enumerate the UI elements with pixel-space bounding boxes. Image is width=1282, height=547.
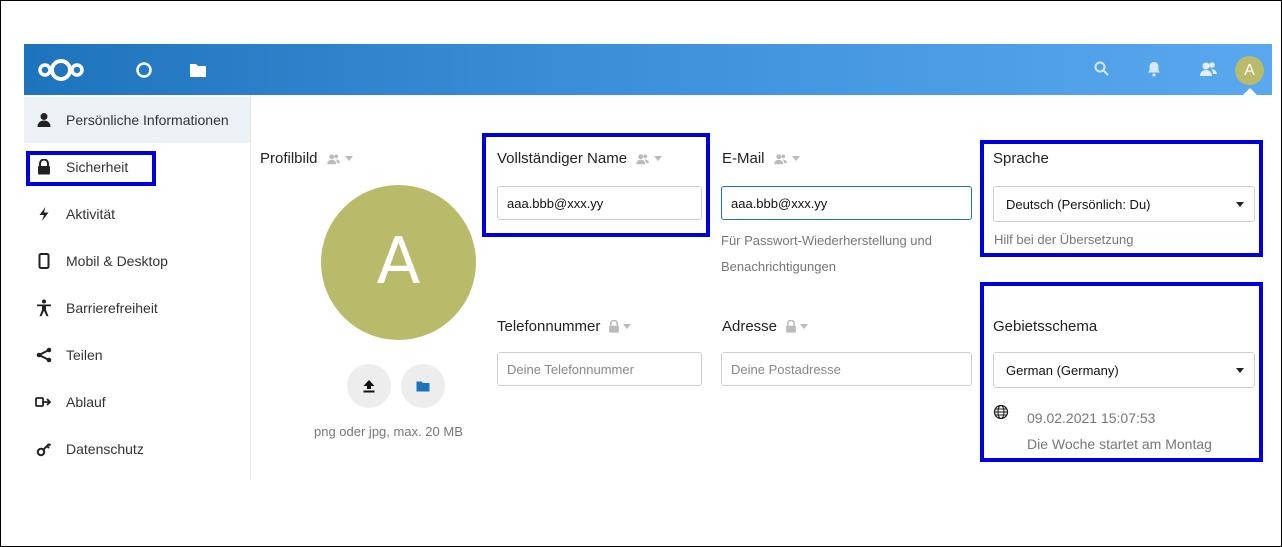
accessibility-icon xyxy=(24,299,64,317)
lock-icon xyxy=(786,320,796,333)
locale-datetime: 09.02.2021 15:07:53 xyxy=(1027,410,1156,426)
visibility-dropdown[interactable] xyxy=(785,320,809,333)
sidebar-item-label: Persönliche Informationen xyxy=(66,112,229,128)
folder-icon xyxy=(416,381,430,392)
address-label: Adresse xyxy=(722,318,809,335)
sidebar-item-label: Ablauf xyxy=(66,394,106,410)
locale-selected-value: German (Germany) xyxy=(1006,362,1119,378)
contacts-icon[interactable] xyxy=(1199,60,1219,78)
sidebar-item-personal-info[interactable]: Persönliche Informationen xyxy=(24,97,250,143)
lock-icon xyxy=(609,320,620,333)
language-label: Sprache xyxy=(993,150,1049,167)
sidebar-item-label: Mobil & Desktop xyxy=(66,253,168,269)
sidebar-item-privacy[interactable]: Datenschutz xyxy=(24,426,250,472)
chevron-down-icon xyxy=(623,324,632,329)
sidebar-item-activity[interactable]: Aktivität xyxy=(24,191,250,237)
profile-picture-title: Profilbild xyxy=(260,150,318,167)
visibility-dropdown[interactable] xyxy=(635,153,663,165)
language-selected-value: Deutsch (Persönlich: Du) xyxy=(1006,196,1151,212)
contacts-icon xyxy=(773,153,787,164)
sidebar-item-workflow[interactable]: Ablauf xyxy=(24,379,250,425)
sidebar-item-label: Aktivität xyxy=(66,206,116,222)
choose-from-files-button[interactable] xyxy=(401,364,445,408)
phone-icon xyxy=(24,253,64,269)
fullname-label: Vollständiger Name xyxy=(497,150,663,167)
highlight-box xyxy=(26,151,156,186)
chevron-down-icon xyxy=(1236,368,1244,373)
chevron-down-icon xyxy=(654,156,663,161)
locale-label: Gebietsschema xyxy=(993,318,1098,335)
bell-icon[interactable] xyxy=(1146,60,1162,78)
person-icon xyxy=(24,112,64,128)
fullname-input[interactable] xyxy=(497,186,702,220)
nextcloud-logo-icon[interactable] xyxy=(38,57,84,83)
chevron-down-icon xyxy=(800,324,809,329)
phone-label: Telefonnummer xyxy=(497,318,632,335)
visibility-dropdown[interactable] xyxy=(326,153,353,165)
email-label: E-Mail xyxy=(722,150,800,167)
top-bar: A xyxy=(24,44,1272,96)
chevron-down-icon xyxy=(1236,202,1244,207)
files-icon[interactable] xyxy=(188,60,208,80)
lightning-icon xyxy=(24,206,64,222)
address-input[interactable] xyxy=(721,352,972,386)
globe-icon xyxy=(993,404,1009,420)
language-select[interactable]: Deutsch (Persönlich: Du) xyxy=(993,186,1255,222)
sidebar-item-sharing[interactable]: Teilen xyxy=(24,332,250,378)
search-icon[interactable] xyxy=(1093,60,1111,78)
menu-pointer xyxy=(1242,88,1258,96)
chevron-down-icon xyxy=(791,156,800,161)
sidebar-item-label: Teilen xyxy=(66,347,103,363)
sidebar-item-mobile-desktop[interactable]: Mobil & Desktop xyxy=(24,238,250,284)
sidebar-item-label: Datenschutz xyxy=(66,441,144,457)
locale-select[interactable]: German (Germany) xyxy=(993,352,1255,388)
address-title: Adresse xyxy=(722,318,778,335)
sidebar-item-accessibility[interactable]: Barrierefreiheit xyxy=(24,285,250,331)
contacts-icon xyxy=(636,153,650,164)
upload-button[interactable] xyxy=(347,364,391,408)
profile-avatar: A xyxy=(321,185,476,340)
phone-title: Telefonnummer xyxy=(497,318,601,335)
dashboard-icon[interactable] xyxy=(134,60,154,80)
profile-picture-hint: png oder jpg, max. 20 MB xyxy=(314,424,463,439)
user-avatar[interactable]: A xyxy=(1235,56,1264,85)
profile-picture-label: Profilbild xyxy=(260,150,353,167)
email-hint-line1: Für Passwort-Wiederherstellung und xyxy=(721,233,932,248)
email-hint-line2: Benachrichtigungen xyxy=(721,259,836,274)
translate-help-link[interactable]: Hilf bei der Übersetzung xyxy=(994,232,1133,247)
email-input[interactable] xyxy=(721,186,972,220)
email-title: E-Mail xyxy=(722,150,765,167)
sidebar-item-label: Barrierefreiheit xyxy=(66,300,158,316)
fullname-title: Vollständiger Name xyxy=(497,150,628,167)
key-icon xyxy=(24,441,64,457)
share-icon xyxy=(24,347,64,363)
upload-icon xyxy=(363,380,375,393)
visibility-dropdown[interactable] xyxy=(773,153,800,165)
locale-week-start: Die Woche startet am Montag xyxy=(1027,436,1212,452)
contacts-icon xyxy=(326,153,340,164)
chevron-down-icon xyxy=(344,156,353,161)
phone-input[interactable] xyxy=(497,352,702,386)
visibility-dropdown[interactable] xyxy=(608,320,632,333)
highlight-box xyxy=(482,133,710,237)
workflow-icon xyxy=(24,395,64,409)
